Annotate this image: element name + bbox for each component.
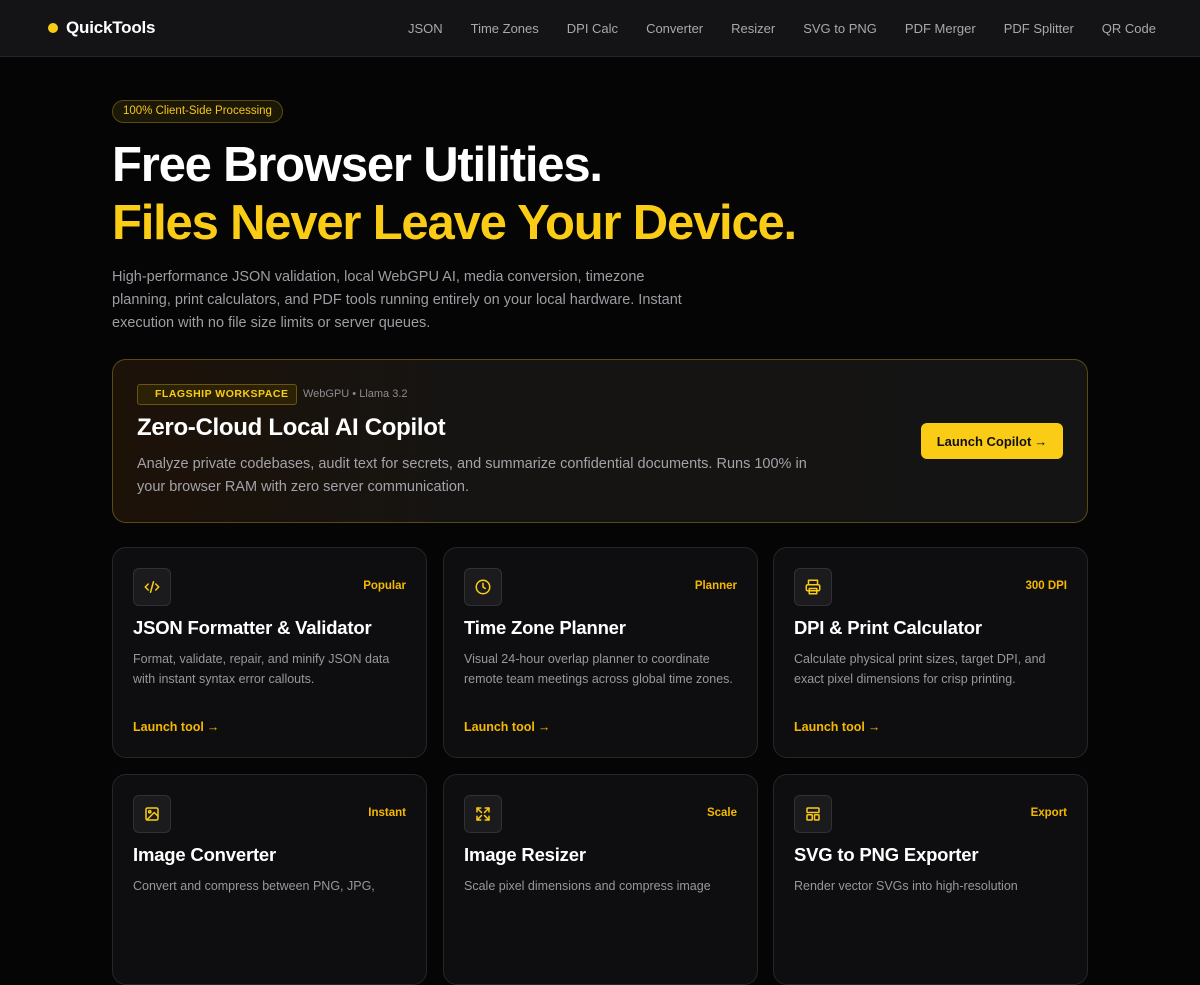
tool-card-svg-to-png[interactable]: Export SVG to PNG Exporter Render vector… (773, 774, 1088, 985)
hero-title: Free Browser Utilities. Files Never Leav… (112, 136, 1112, 252)
brand-dot-icon (48, 23, 58, 33)
image-icon (133, 795, 171, 833)
card-tag: Planner (694, 580, 737, 592)
nav-link-svg-to-png[interactable]: SVG to PNG (803, 21, 877, 36)
card-title: Image Resizer (464, 844, 586, 865)
card-tag: 300 DPI (1025, 580, 1067, 592)
card-tag: Scale (706, 807, 737, 819)
card-description: Render vector SVGs into high-resolution (794, 879, 1018, 893)
card-title: Time Zone Planner (464, 617, 626, 638)
launch-tool-link[interactable]: Launch tool → (794, 720, 880, 734)
hero-description: High-performance JSON validation, local … (112, 269, 682, 331)
nav-link-dpi-calc[interactable]: DPI Calc (567, 21, 618, 36)
tool-card-json[interactable]: Popular JSON Formatter & Validator Forma… (112, 547, 427, 758)
nav-link-pdf-splitter[interactable]: PDF Splitter (1004, 21, 1074, 36)
arrow-right-icon: → (867, 720, 881, 734)
flagship-title: Zero-Cloud Local AI Copilot (137, 414, 446, 441)
card-description: Calculate physical print sizes, target D… (794, 652, 1046, 686)
top-navigation-bar: QuickTools JSON Time Zones DPI Calc Conv… (0, 0, 1200, 57)
launch-copilot-label: Launch Copilot (936, 433, 1032, 449)
clock-icon (464, 568, 502, 606)
nav-link-time-zones[interactable]: Time Zones (471, 21, 539, 36)
card-description: Format, validate, repair, and minify JSO… (133, 652, 390, 686)
tool-card-image-converter[interactable]: Instant Image Converter Convert and comp… (112, 774, 427, 985)
flagship-card: FLAGSHIP WORKSPACE WebGPU • Llama 3.2 Ze… (112, 359, 1088, 523)
arrow-right-icon: → (537, 720, 551, 734)
printer-icon (794, 568, 832, 606)
nav-link-pdf-merger[interactable]: PDF Merger (905, 21, 976, 36)
code-icon (133, 568, 171, 606)
tool-card-image-resizer[interactable]: Scale Image Resizer Scale pixel dimensio… (443, 774, 758, 985)
launch-tool-link[interactable]: Launch tool → (464, 720, 550, 734)
card-tag: Instant (368, 807, 406, 819)
arrow-right-icon: → (1034, 433, 1048, 449)
card-tag: Export (1030, 807, 1067, 819)
launch-tool-link[interactable]: Launch tool → (133, 720, 219, 734)
brand-logo[interactable]: QuickTools (48, 18, 156, 38)
card-title: DPI & Print Calculator (794, 617, 982, 638)
card-description: Convert and compress between PNG, JPG, (133, 879, 375, 893)
resize-icon (464, 795, 502, 833)
arrow-right-icon: → (206, 720, 220, 734)
flagship-meta: WebGPU • Llama 3.2 (303, 388, 408, 400)
flagship-description: Analyze private codebases, audit text fo… (137, 456, 807, 495)
hero-title-line-2: Files Never Leave Your Device. (112, 196, 797, 250)
hero-title-line-1: Free Browser Utilities. (112, 138, 603, 192)
brand-name: QuickTools (66, 18, 156, 37)
launch-tool-label: Launch tool (133, 720, 204, 734)
layout-icon (794, 795, 832, 833)
nav-link-json[interactable]: JSON (408, 21, 443, 36)
card-title: JSON Formatter & Validator (133, 617, 372, 638)
card-title: SVG to PNG Exporter (794, 844, 979, 865)
nav-link-qr-code[interactable]: QR Code (1102, 21, 1156, 36)
launch-tool-label: Launch tool (464, 720, 535, 734)
card-description: Visual 24-hour overlap planner to coordi… (464, 652, 733, 686)
launch-tool-label: Launch tool (794, 720, 865, 734)
nav-link-converter[interactable]: Converter (646, 21, 703, 36)
card-tag: Popular (363, 580, 406, 592)
tool-card-dpi[interactable]: 300 DPI DPI & Print Calculator Calculate… (773, 547, 1088, 758)
card-description: Scale pixel dimensions and compress imag… (464, 879, 711, 893)
nav-link-resizer[interactable]: Resizer (731, 21, 775, 36)
launch-copilot-button[interactable]: Launch Copilot → (921, 423, 1063, 459)
main-nav: JSON Time Zones DPI Calc Converter Resiz… (408, 0, 1156, 57)
card-title: Image Converter (133, 844, 276, 865)
tool-card-time-zones[interactable]: Planner Time Zone Planner Visual 24-hour… (443, 547, 758, 758)
flagship-badge: FLAGSHIP WORKSPACE (137, 384, 298, 405)
client-side-badge: 100% Client-Side Processing (112, 100, 283, 123)
